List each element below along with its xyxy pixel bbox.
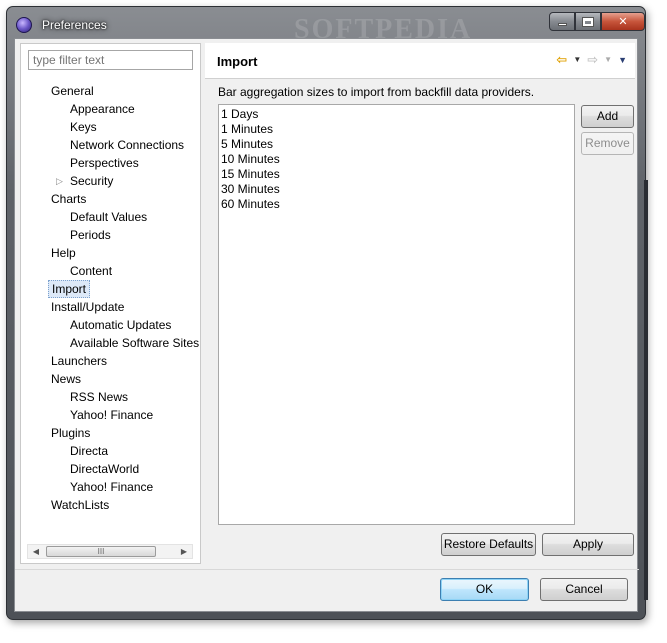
history-navigation: ⇦ ▼ ⇨ ▼ ▼ (550, 52, 627, 68)
list-item[interactable]: 15 Minutes (221, 167, 572, 182)
back-dropdown-icon[interactable]: ▼ (573, 52, 581, 68)
list-item[interactable]: 1 Minutes (221, 122, 572, 137)
page-title: Import (217, 54, 258, 69)
list-item[interactable]: 5 Minutes (221, 137, 572, 152)
tree-item-appearance[interactable]: Appearance (70, 100, 135, 118)
ok-button[interactable]: OK (440, 578, 529, 601)
tree-item-network-connections[interactable]: Network Connections (70, 136, 184, 154)
tree-item-periods[interactable]: Periods (70, 226, 111, 244)
tree-item-keys[interactable]: Keys (70, 118, 97, 136)
tree-item-import[interactable]: Import (48, 280, 91, 298)
add-button[interactable]: Add (581, 105, 634, 128)
forward-dropdown-icon[interactable]: ▼ (604, 52, 612, 68)
preference-tree-pane: GeneralAppearanceKeysNetwork Connections… (20, 43, 201, 564)
footer-separator (15, 569, 639, 570)
scroll-left-icon[interactable]: ◀ (28, 545, 44, 558)
tree-item-launchers[interactable]: Launchers (51, 352, 107, 370)
aggregation-sizes-list[interactable]: 1 Days 1 Minutes 5 Minutes 10 Minutes 15 Min… (218, 104, 575, 525)
cancel-button[interactable]: Cancel (540, 578, 628, 601)
tree-item-directa[interactable]: Directa (70, 442, 108, 460)
tree-item-general[interactable]: General (51, 82, 94, 100)
tree-item-help[interactable]: Help (51, 244, 76, 262)
tree-item-perspectives[interactable]: Perspectives (70, 154, 139, 172)
list-item[interactable]: 1 Days (221, 107, 572, 122)
restore-defaults-button[interactable]: Restore Defaults (441, 533, 536, 556)
list-item[interactable]: 60 Minutes (221, 197, 572, 212)
tree-expand-icon[interactable]: ▷ (56, 172, 66, 190)
app-icon (16, 17, 32, 33)
apply-button[interactable]: Apply (542, 533, 634, 556)
minimize-icon (557, 23, 567, 26)
tree-item-directaworld[interactable]: DirectaWorld (70, 460, 139, 478)
close-button[interactable]: ✕ (601, 12, 645, 31)
scroll-thumb[interactable]: III (46, 546, 156, 557)
back-arrow-icon[interactable]: ⇦ (556, 52, 567, 68)
remove-button[interactable]: Remove (581, 132, 634, 155)
tree-item-available-software-sites[interactable]: Available Software Sites (70, 334, 199, 352)
minimize-button[interactable] (549, 12, 575, 31)
tree-item-watchlists[interactable]: WatchLists (51, 496, 109, 514)
tree-item-automatic-updates[interactable]: Automatic Updates (70, 316, 171, 334)
dialog-client-area: GeneralAppearanceKeysNetwork Connections… (14, 38, 639, 612)
tree-item-news[interactable]: News (51, 370, 81, 388)
horizontal-scrollbar[interactable]: ◀ III ▶ (27, 544, 193, 559)
maximize-icon (582, 16, 594, 27)
tree-item-install-update[interactable]: Install/Update (51, 298, 124, 316)
preference-tree: General Appearance Keys Network Connections… (21, 78, 199, 544)
tree-item-yahoo-finance[interactable]: Yahoo! Finance (70, 478, 153, 496)
close-icon: ✕ (618, 16, 628, 28)
page-header: Import ⇦ ▼ ⇨ ▼ ▼ (205, 43, 635, 79)
page-description: Bar aggregation sizes to import from bac… (218, 85, 535, 99)
maximize-button[interactable] (575, 12, 601, 31)
forward-arrow-icon[interactable]: ⇨ (587, 52, 598, 68)
filter-input[interactable] (28, 50, 193, 70)
tree-item-charts[interactable]: Charts (51, 190, 86, 208)
tree-item-rss-news[interactable]: RSS News (70, 388, 128, 406)
tree-item-yahoo-finance[interactable]: Yahoo! Finance (70, 406, 153, 424)
tree-item-security[interactable]: Security (70, 172, 113, 190)
preferences-window: Preferences SOFTPEDIA ✕ GeneralAppearanc… (0, 0, 667, 643)
preference-page: Import ⇦ ▼ ⇨ ▼ ▼ Bar aggregation sizes t… (205, 43, 635, 564)
tree-item-plugins[interactable]: Plugins (51, 424, 90, 442)
list-item[interactable]: 10 Minutes (221, 152, 572, 167)
window-edge-shadow (644, 180, 648, 600)
title-bar[interactable]: Preferences SOFTPEDIA (14, 12, 634, 45)
scroll-right-icon[interactable]: ▶ (176, 545, 192, 558)
window-controls: ✕ (549, 12, 645, 32)
list-item[interactable]: 30 Minutes (221, 182, 572, 197)
tree-item-default-values[interactable]: Default Values (70, 208, 147, 226)
window-title: Preferences (42, 18, 107, 32)
tree-item-content[interactable]: Content (70, 262, 112, 280)
view-menu-icon[interactable]: ▼ (618, 52, 627, 68)
